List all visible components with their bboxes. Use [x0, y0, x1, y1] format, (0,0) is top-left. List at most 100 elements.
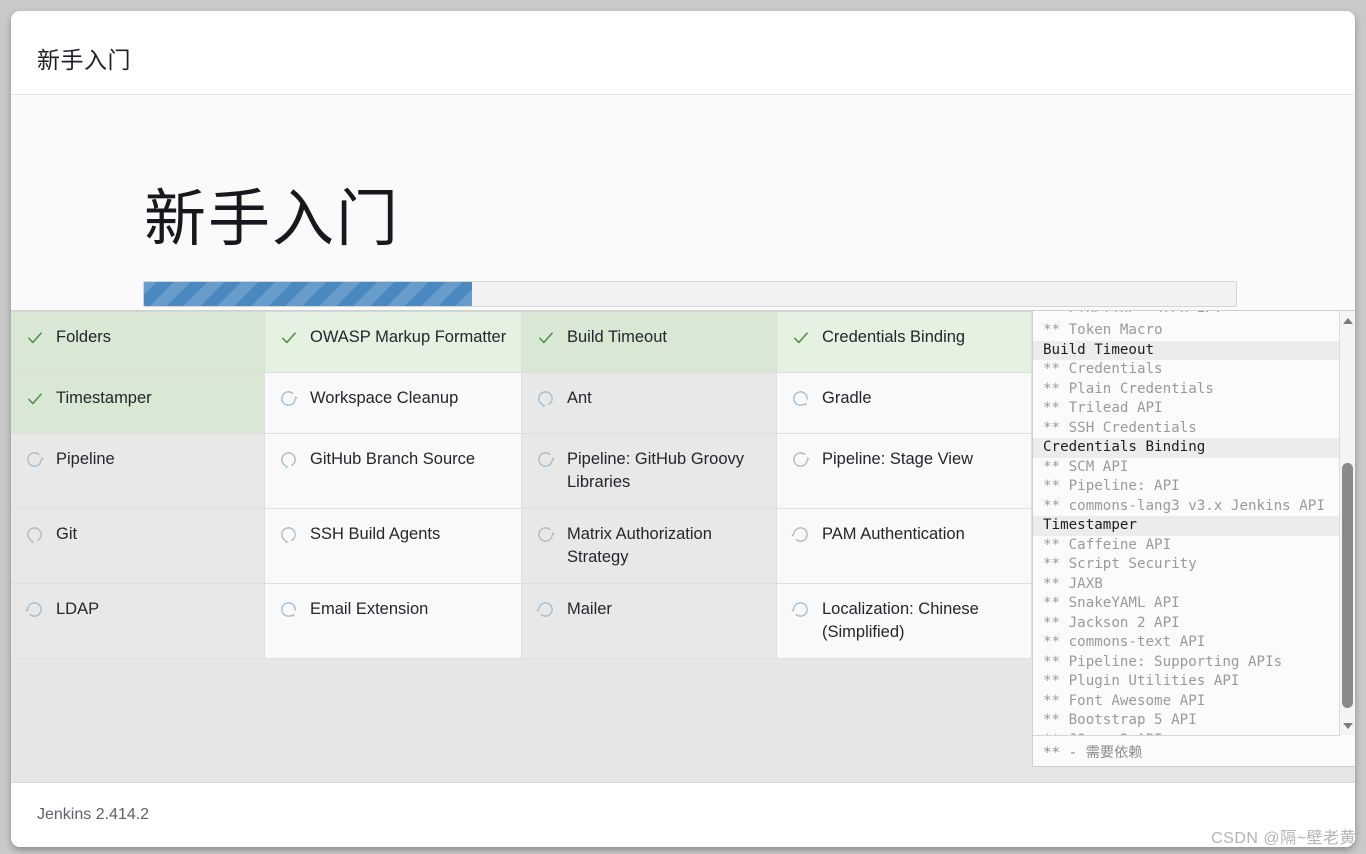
plugin-cell: Pipeline: [11, 434, 265, 509]
plugin-status-grid: Folders OWASP Markup Formatter Build Timeo…: [11, 311, 1032, 659]
plugin-name: Build Timeout: [567, 328, 667, 346]
plugin-cell: Email Extension: [265, 584, 522, 659]
spinner-icon: [791, 448, 810, 471]
plugin-cell: Timestamper: [11, 373, 265, 434]
plugin-name: Ant: [567, 389, 592, 407]
spinner-icon: [279, 598, 298, 621]
watermark: CSDN @隔~壁老黄: [1211, 830, 1356, 847]
plugin-grid-row: Pipeline GitHub Branch Source Pipeline: Gi…: [11, 434, 1032, 509]
log-line-dependency: ** Bootstrap 5 API: [1043, 712, 1197, 728]
spinner-icon: [25, 523, 44, 546]
plugin-cell: Build Timeout: [522, 312, 777, 373]
plugin-name: OWASP Markup Formatter: [310, 328, 507, 346]
plugin-name: Email Extension: [310, 600, 429, 618]
plugin-name: Mailer: [567, 600, 612, 618]
log-line-dependency: ** SSH Credentials: [1043, 419, 1197, 436]
spinner-icon: [536, 523, 555, 546]
check-icon: [791, 326, 810, 349]
spinner-icon: [536, 387, 555, 410]
plugin-cell: Git: [11, 509, 265, 584]
check-icon: [25, 326, 44, 349]
page-title: 新手入门: [37, 47, 131, 73]
install-body: Folders OWASP Markup Formatter Build Timeo…: [11, 310, 1355, 782]
spinner-icon: [536, 448, 555, 471]
plugin-cell: OWASP Markup Formatter: [265, 312, 522, 373]
plugin-name: Git: [56, 525, 78, 543]
log-scrollbar[interactable]: [1339, 311, 1355, 735]
log-legend: ** - 需要依赖: [1033, 735, 1340, 766]
log-line-dependency: ** Pipeline: Supporting APIs: [1043, 653, 1283, 670]
install-log-panel: ** Pipeline: Step API ** Token Macro Build…: [1032, 311, 1355, 767]
plugin-name: Localization: Chinese (Simplified): [822, 600, 979, 641]
setup-wizard-window: 新手入门 新手入门 Folders OWASP Markup Formatter B…: [11, 11, 1355, 847]
plugin-grid-row: Timestamper Workspace Cleanup Ant Gradle: [11, 373, 1032, 434]
plugin-name: Workspace Cleanup: [310, 389, 459, 407]
plugin-name: LDAP: [56, 600, 100, 618]
log-line-dependency: ** Script Security: [1043, 556, 1197, 572]
plugin-name: Credentials Binding: [822, 328, 966, 346]
window-header: 新手入门: [11, 11, 1355, 95]
spinner-icon: [791, 598, 810, 621]
plugin-grid-row: Git SSH Build Agents Matrix Authorization …: [11, 509, 1032, 584]
plugin-cell: Matrix Authorization Strategy: [522, 509, 777, 584]
log-legend-text: ** - 需要依赖: [1043, 744, 1143, 761]
check-icon: [279, 326, 298, 349]
plugin-cell: LDAP: [11, 584, 265, 659]
plugin-name: Pipeline: Stage View: [822, 450, 974, 468]
spinner-icon: [279, 448, 298, 471]
log-line-dependency: ** Font Awesome API: [1043, 692, 1206, 709]
install-log-list[interactable]: ** Pipeline: Step API ** Token Macro Build…: [1033, 311, 1340, 735]
spinner-icon: [536, 598, 555, 621]
log-line-dependency: ** Plain Credentials: [1043, 380, 1214, 397]
plugin-name: Folders: [56, 328, 112, 346]
log-line-dependency: ** Pipeline: API: [1043, 478, 1180, 494]
jenkins-version-label: Jenkins 2.414.2: [37, 806, 150, 823]
log-line-plugin: Credentials Binding: [1033, 438, 1340, 458]
install-progress-bar: [143, 281, 1237, 307]
log-line-dependency: ** SnakeYAML API: [1043, 595, 1180, 611]
plugin-name: SSH Build Agents: [310, 525, 441, 543]
plugin-cell: Mailer: [522, 584, 777, 659]
log-line-dependency: ** Caffeine API: [1043, 536, 1172, 553]
check-icon: [536, 326, 555, 349]
plugin-cell: Ant: [522, 373, 777, 434]
log-line-dependency: ** Jackson 2 API: [1043, 614, 1180, 631]
plugin-name: Matrix Authorization Strategy: [567, 525, 712, 566]
plugin-cell: Credentials Binding: [777, 312, 1032, 373]
log-line-dependency: ** Credentials: [1043, 361, 1163, 377]
spinner-icon: [791, 523, 810, 546]
spinner-icon: [279, 387, 298, 410]
plugin-cell: Pipeline: GitHub Groovy Libraries: [522, 434, 777, 509]
plugin-cell: Localization: Chinese (Simplified): [777, 584, 1032, 659]
scrollbar-thumb[interactable]: [1342, 463, 1353, 708]
check-icon: [25, 387, 44, 410]
page-root: 新手入门 新手入门 Folders OWASP Markup Formatter B…: [0, 0, 1366, 854]
log-line-dependency: ** JAXB: [1043, 575, 1103, 592]
hero-title: 新手入门: [144, 185, 401, 254]
log-line-plugin: Timestamper: [1033, 516, 1340, 536]
spinner-icon: [25, 598, 44, 621]
plugin-cell: Workspace Cleanup: [265, 373, 522, 434]
plugin-grid-row: LDAP Email Extension Mailer Localization: C…: [11, 584, 1032, 659]
plugin-grid-row: Folders OWASP Markup Formatter Build Timeo…: [11, 312, 1032, 373]
plugin-cell: GitHub Branch Source: [265, 434, 522, 509]
plugin-name: PAM Authentication: [822, 525, 965, 543]
window-footer: Jenkins 2.414.2: [11, 782, 1355, 847]
log-line-dependency: ** Plugin Utilities API: [1043, 673, 1240, 689]
plugin-cell: SSH Build Agents: [265, 509, 522, 584]
plugin-name: Timestamper: [56, 389, 152, 407]
plugin-cell: PAM Authentication: [777, 509, 1032, 584]
log-line-dependency: ** commons-lang3 v3.x Jenkins API: [1043, 497, 1325, 514]
plugin-name: Pipeline: [56, 450, 115, 468]
spinner-icon: [279, 523, 298, 546]
spinner-icon: [791, 387, 810, 410]
plugin-cell: Gradle: [777, 373, 1032, 434]
scroll-up-icon[interactable]: [1340, 313, 1355, 328]
log-line-dependency: ** Pipeline: Step API: [1043, 311, 1340, 312]
log-line-dependency: ** Token Macro: [1043, 322, 1163, 338]
scroll-down-icon[interactable]: [1340, 718, 1355, 733]
log-line-dependency: ** commons-text API: [1043, 634, 1206, 650]
plugin-name: GitHub Branch Source: [310, 450, 476, 468]
spinner-icon: [25, 448, 44, 471]
plugin-cell: Pipeline: Stage View: [777, 434, 1032, 509]
